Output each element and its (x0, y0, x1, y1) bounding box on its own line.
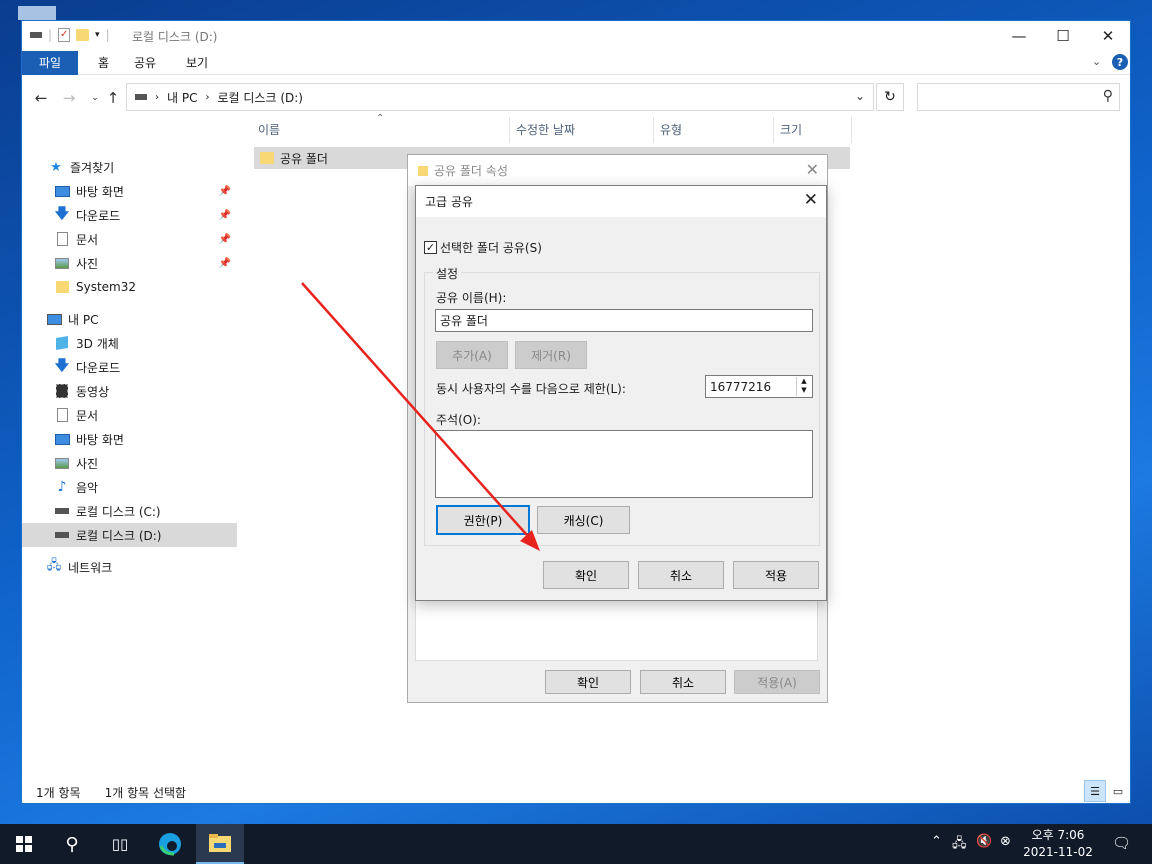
edge-browser-icon[interactable] (146, 824, 194, 864)
file-explorer-taskbar-icon[interactable] (196, 824, 244, 864)
taskbar: ⚲ ▯▯ ⌃ 🖧 🔇 ⊗ 오후 7:06 2021-11-02 🗨 (0, 824, 1152, 864)
clock-date: 2021-11-02 (1023, 845, 1093, 859)
annotation-arrow (301, 282, 540, 551)
volume-muted-icon[interactable]: 🔇 (976, 834, 992, 849)
action-center-icon[interactable]: 🗨 (1112, 834, 1131, 852)
arrow-shaft (301, 282, 535, 544)
windows-start-icon[interactable] (0, 824, 48, 864)
network-status-icon[interactable]: 🖧 (952, 834, 967, 856)
recycle-bin-icon[interactable] (18, 6, 56, 20)
arrow-head (520, 530, 540, 551)
show-hidden-icons-icon[interactable]: ⌃ (931, 834, 942, 849)
search-icon[interactable]: ⚲ (48, 824, 96, 864)
system-clock[interactable]: 오후 7:06 2021-11-02 (1018, 827, 1098, 861)
notification-error-icon[interactable]: ⊗ (1000, 834, 1011, 849)
clock-time: 오후 7:06 (1031, 828, 1085, 842)
task-view-icon[interactable]: ▯▯ (96, 824, 144, 864)
